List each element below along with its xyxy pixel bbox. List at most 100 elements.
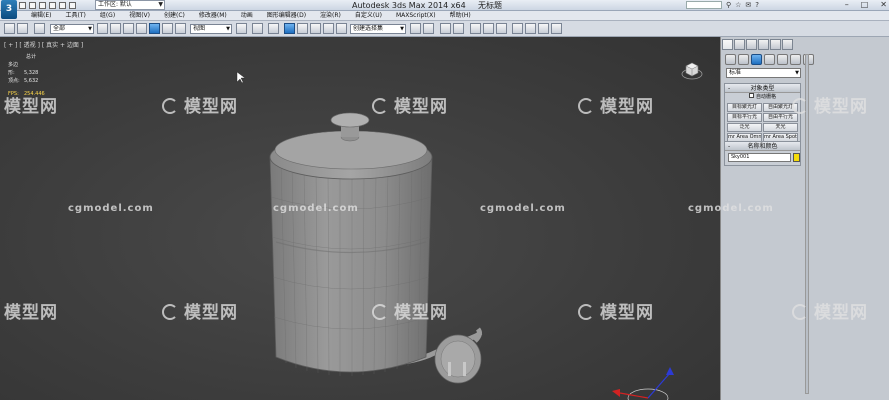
menu-rendering[interactable]: 渲染(R) (313, 11, 348, 20)
helpers-icon[interactable] (777, 54, 788, 65)
open-file-icon[interactable] (29, 1, 36, 9)
title-bar: 工作区: 默认 ▼ Autodesk 3ds Max 2014 x64 无标题 … (0, 0, 889, 11)
select-link-icon[interactable] (4, 23, 15, 34)
menu-views[interactable]: 视图(V) (122, 11, 157, 20)
autogrid-label: 自动栅格 (755, 94, 776, 100)
communication-icon[interactable]: ✉ (745, 1, 751, 9)
menu-maxscript[interactable]: MAXScript(X) (389, 11, 443, 20)
target-spot-button[interactable]: 目标聚光灯 (727, 103, 762, 112)
material-editor-icon[interactable] (496, 23, 507, 34)
motion-icon[interactable] (758, 39, 769, 50)
rectangular-selection-icon[interactable] (123, 23, 134, 34)
hierarchy-icon[interactable] (746, 39, 757, 50)
menu-edit[interactable]: 编辑(E) (24, 11, 58, 20)
app-logo-icon[interactable]: 3 (1, 0, 17, 19)
quick-access-toolbar (19, 0, 76, 10)
chevron-down-icon: ▼ (158, 1, 163, 8)
menu-help[interactable]: 帮助(H) (443, 11, 478, 20)
name-color-title: 名称和颜色 (747, 143, 778, 150)
light-category-dropdown[interactable]: 标准 ▼ (726, 68, 801, 78)
edit-named-selection-icon[interactable] (336, 23, 347, 34)
window-title: Autodesk 3ds Max 2014 x64 (352, 1, 466, 10)
chevron-down-icon: ▼ (795, 70, 799, 76)
snaps-toggle-icon[interactable] (284, 23, 295, 34)
bind-space-warp-icon[interactable] (34, 23, 45, 34)
render-iterative-icon[interactable] (551, 23, 562, 34)
free-spot-button[interactable]: 自由聚光灯 (763, 103, 798, 112)
render-setup-icon[interactable] (512, 23, 523, 34)
pivot-center-icon[interactable] (236, 23, 247, 34)
align-icon[interactable] (423, 23, 434, 34)
object-type-header[interactable]: - 对象类型 (725, 84, 800, 93)
light-category-value: 标准 (729, 69, 742, 76)
skylight-button[interactable]: 天光 (763, 123, 798, 132)
selection-filter-dropdown[interactable]: 全部 ▼ (50, 24, 94, 34)
command-panel-scrollbar[interactable] (805, 54, 809, 394)
polys-value: 5,328 (24, 70, 39, 76)
menu-group[interactable]: 组(G) (93, 11, 122, 20)
viewcube-icon[interactable] (681, 58, 703, 80)
select-object-icon[interactable] (97, 23, 108, 34)
menu-animation[interactable]: 动画 (234, 11, 260, 20)
object-color-swatch[interactable] (793, 153, 800, 162)
redo-icon[interactable] (59, 1, 66, 9)
menu-bar: 编辑(E) 工具(T) 组(G) 视图(V) 创建(C) 修改器(M) 动画 图… (0, 11, 889, 21)
omni-button[interactable]: 泛光 (727, 123, 762, 132)
subscription-icon[interactable]: ☆ (735, 1, 741, 9)
geometry-icon[interactable] (725, 54, 736, 65)
menu-tools[interactable]: 工具(T) (58, 11, 92, 20)
save-file-icon[interactable] (39, 1, 46, 9)
utilities-icon[interactable] (782, 39, 793, 50)
keyboard-shortcut-icon[interactable] (268, 23, 279, 34)
free-direct-button[interactable]: 自由平行光 (763, 113, 798, 122)
modify-icon[interactable] (734, 39, 745, 50)
name-color-header[interactable]: - 名称和颜色 (725, 142, 800, 151)
minimize-icon[interactable]: – (845, 0, 849, 10)
cameras-icon[interactable] (764, 54, 775, 65)
unlink-icon[interactable] (17, 23, 28, 34)
close-icon[interactable]: ✕ (880, 0, 887, 10)
autogrid-checkbox[interactable]: 自动栅格 (725, 93, 800, 102)
menu-customize[interactable]: 自定义(U) (348, 11, 389, 20)
schematic-view-icon[interactable] (483, 23, 494, 34)
angle-snap-icon[interactable] (297, 23, 308, 34)
percent-snap-icon[interactable] (310, 23, 321, 34)
curve-editor-icon[interactable] (470, 23, 481, 34)
target-direct-button[interactable]: 目标平行光 (727, 113, 762, 122)
named-selection-dropdown[interactable]: 创建选择集 ▼ (350, 24, 406, 34)
render-production-icon[interactable] (538, 23, 549, 34)
project-folder-icon[interactable] (69, 1, 76, 9)
undo-icon[interactable] (49, 1, 56, 9)
ribbon-toggle-icon[interactable] (453, 23, 464, 34)
perspective-viewport[interactable]: [ + ] [ 透视 ] [ 真实 + 边面 ] 总计 多边形: 5,328 顶点… (0, 37, 720, 400)
menu-graph-editors[interactable]: 图形编辑器(D) (260, 11, 313, 20)
help-icon[interactable]: ? (755, 1, 759, 9)
shapes-icon[interactable] (738, 54, 749, 65)
new-file-icon[interactable] (19, 1, 26, 9)
search-icon[interactable]: ⚲ (726, 1, 731, 9)
select-manipulate-icon[interactable] (252, 23, 263, 34)
menu-modifiers[interactable]: 修改器(M) (192, 11, 234, 20)
display-icon[interactable] (770, 39, 781, 50)
rendered-frame-window-icon[interactable] (525, 23, 536, 34)
search-input[interactable] (686, 1, 722, 9)
select-scale-icon[interactable] (175, 23, 186, 34)
mirror-icon[interactable] (410, 23, 421, 34)
viewport-label[interactable]: [ + ] [ 透视 ] [ 真实 + 边面 ] (4, 40, 83, 49)
menu-create[interactable]: 创建(C) (157, 11, 192, 20)
spinner-snap-icon[interactable] (323, 23, 334, 34)
window-crossing-icon[interactable] (136, 23, 147, 34)
lights-icon[interactable] (751, 54, 762, 65)
layer-manager-icon[interactable] (440, 23, 451, 34)
spacewarps-icon[interactable] (790, 54, 801, 65)
reference-coord-dropdown[interactable]: 视图 ▼ (190, 24, 232, 34)
named-selection-value: 创建选择集 (353, 25, 384, 32)
select-rotate-icon[interactable] (162, 23, 173, 34)
create-icon[interactable] (722, 39, 733, 50)
maximize-icon[interactable]: □ (861, 0, 869, 10)
chevron-down-icon: ▼ (400, 26, 404, 32)
select-move-icon[interactable] (149, 23, 160, 34)
select-by-name-icon[interactable] (110, 23, 121, 34)
workspace-dropdown[interactable]: 工作区: 默认 ▼ (95, 0, 165, 10)
object-name-field[interactable]: Sky001 (728, 153, 791, 162)
